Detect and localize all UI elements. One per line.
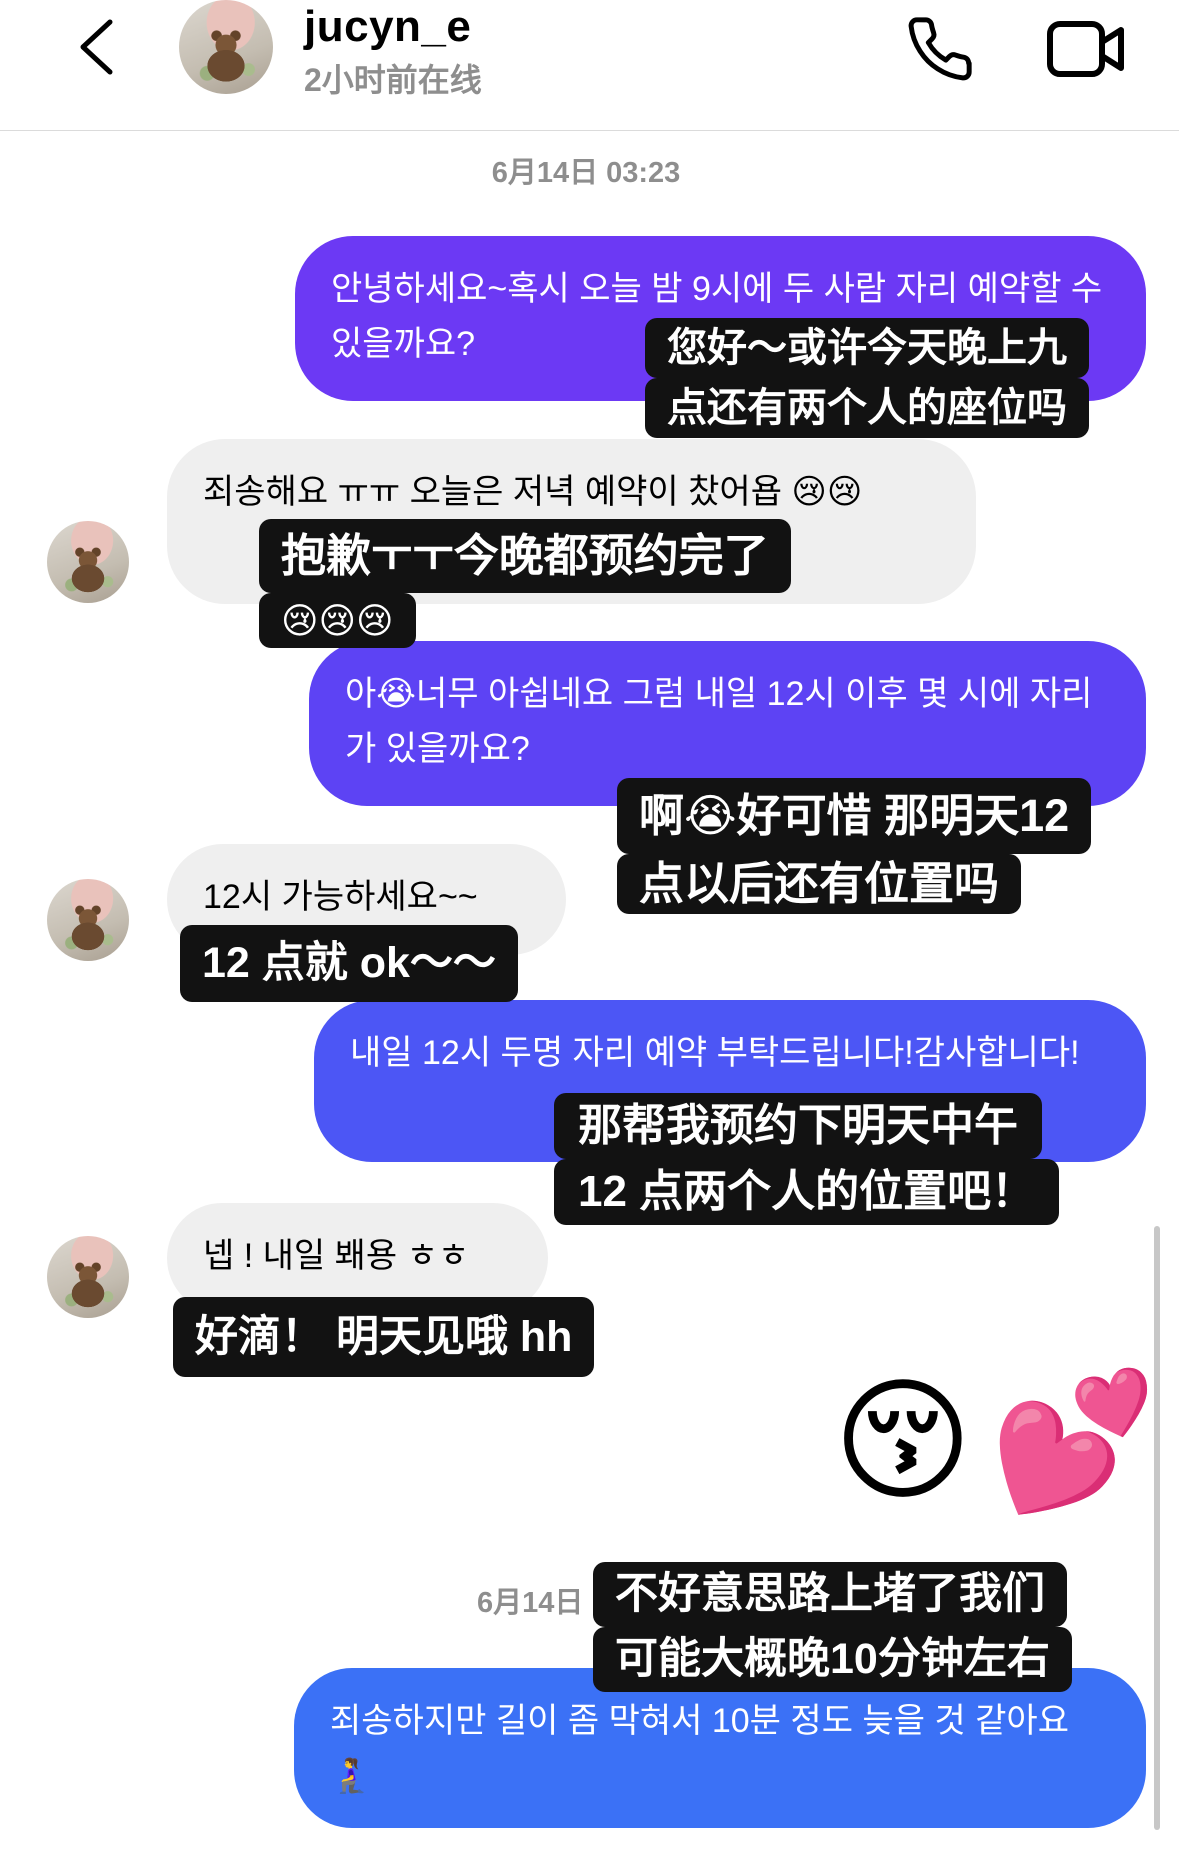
message-text: 죄송해요 ㅠㅠ 오늘은 저녁 예약이 찼어욥 😢😢 [203,473,863,511]
caption-overlay: 不好意思路上堵了我们 可能大概晚10分钟左右 [593,1562,1072,1692]
avatar[interactable] [47,1236,129,1318]
message-text: 넵 ! 내일 봬용 ㅎㅎ [203,1237,470,1275]
chevron-left-icon [80,19,113,75]
video-camera-icon [1047,21,1124,77]
emoji-message-two-hearts[interactable]: 💕 [990,1372,1157,1512]
message-text: 아😭너무 아쉽네요 그럼 내일 12시 이후 몇 시에 자리가 있을까요? [345,675,1093,768]
avatar[interactable] [47,521,129,603]
avatar[interactable] [179,0,273,94]
scrollbar[interactable] [1154,1226,1160,1830]
timestamp: 6月14日 03:23 [491,157,681,189]
emoji-message-kissing-face[interactable]: 😚 [833,1372,973,1512]
caption-line: 不好意思路上堵了我们 [593,1562,1067,1627]
voice-call-button[interactable] [904,14,976,84]
back-button[interactable] [76,18,116,76]
active-status: 2小时前在线 [304,62,482,98]
message-text: 내일 12시 두명 자리 예약 부탁드립니다!감사합니다! [350,1034,1080,1072]
caption-line: 可能大概晚10分钟左右 [593,1627,1072,1692]
caption-line: 12 点就 ok～～ [180,925,518,1002]
caption-overlay: 那帮我预约下明天中午 12 点两个人的位置吧！ [554,1093,1060,1225]
caption-overlay: 啊😭好可惜 那明天12 点以后还有位置吗 [617,778,1092,914]
caption-line: 啊😭好可惜 那明天12 [617,778,1092,854]
caption-line: 点还有两个人的座位吗 [645,378,1089,438]
caption-line: 您好～或许今天晚上九 [645,318,1089,378]
header-divider [0,130,1179,131]
caption-line: 好滴！ 明天见哦 hh [173,1297,595,1377]
caption-overlay: 抱歉ㅜㅜ今晚都预约完了 😢😢😢 [259,519,791,648]
message-text: 12시 가능하세요~~ [203,878,478,916]
caption-line: 抱歉ㅜㅜ今晚都预约完了 [259,519,791,593]
caption-line: 那帮我预约下明天中午 [554,1093,1042,1159]
username[interactable]: jucyn_e [304,2,471,52]
caption-overlay: 您好～或许今天晚上九 点还有两个人的座位吗 [645,318,1089,438]
video-call-button[interactable] [1046,18,1126,80]
phone-icon [908,17,972,81]
message-text: 죄송하지만 길이 좀 막혀서 10분 정도 늦을 것 같아요 🧎‍♀️ [330,1702,1069,1795]
caption-line: 点以后还有位置吗 [617,854,1022,914]
timestamp: 6月14日 [477,1587,584,1619]
message-bubble-outgoing[interactable]: 죄송하지만 길이 좀 막혀서 10분 정도 늦을 것 같아요 🧎‍♀️ [294,1668,1146,1828]
caption-overlay: 12 点就 ok～～ [180,925,518,1002]
caption-line: 12 点两个人的位置吧！ [554,1159,1060,1225]
avatar[interactable] [47,879,129,961]
caption-overlay: 好滴！ 明天见哦 hh [173,1297,595,1377]
caption-line: 😢😢😢 [259,593,416,648]
